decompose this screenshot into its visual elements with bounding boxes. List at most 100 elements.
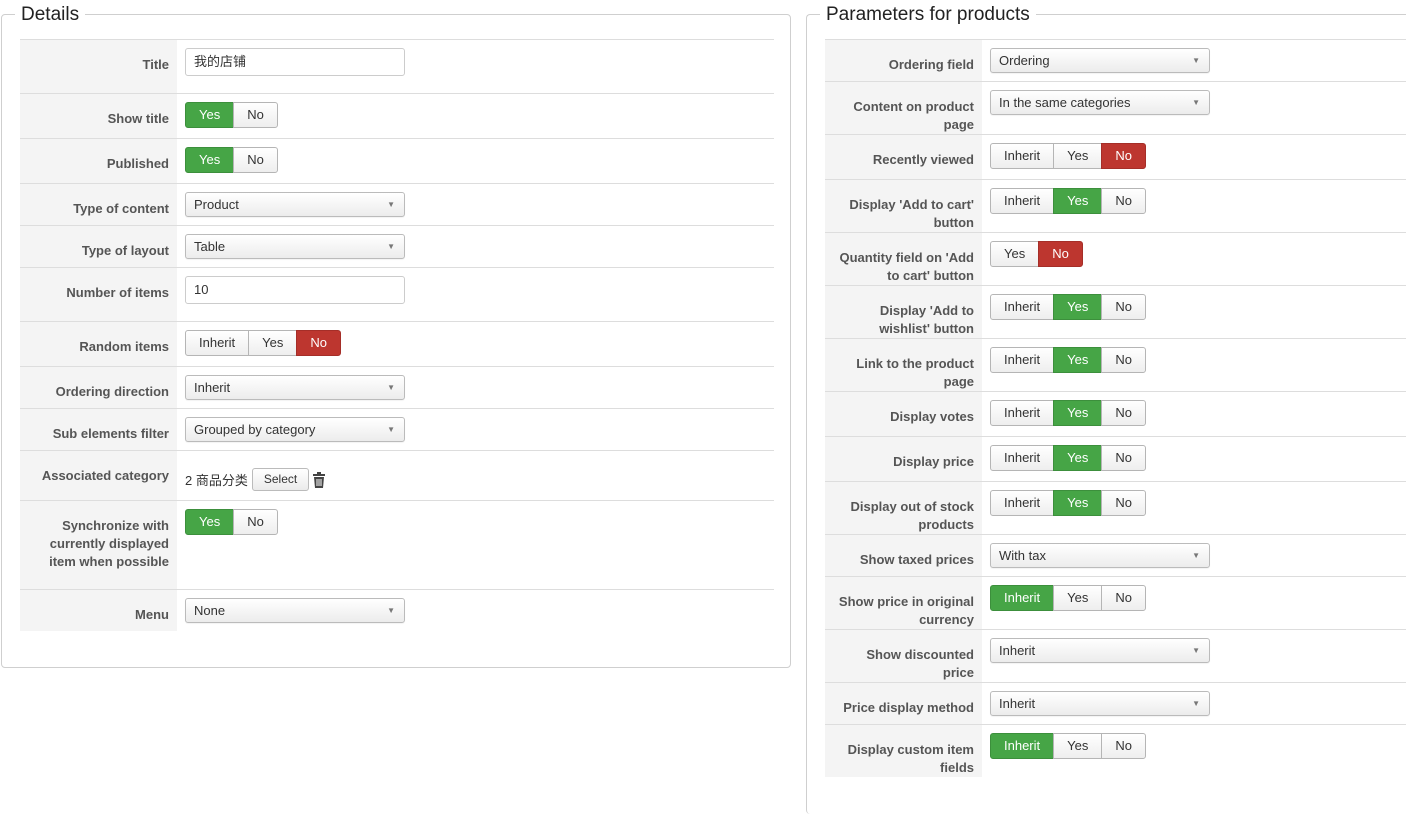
display-out-of-stock-no-button[interactable]: No (1101, 490, 1146, 516)
content-on-product-page-value: In the same categories (999, 95, 1131, 110)
label-type-of-layout: Type of layout (20, 226, 177, 267)
chevron-down-icon: ▼ (1192, 646, 1200, 655)
display-out-of-stock-yes-button[interactable]: Yes (1053, 490, 1103, 516)
synchronize-yes-button[interactable]: Yes (185, 509, 235, 535)
display-add-to-cart-inherit-button[interactable]: Inherit (990, 188, 1055, 214)
display-votes-inherit-button[interactable]: Inherit (990, 400, 1055, 426)
ordering-field-value: Ordering (999, 53, 1050, 68)
random-items-no-button[interactable]: No (296, 330, 341, 356)
row-display-out-of-stock: Display out of stock products Inherit Ye… (825, 481, 1406, 534)
associated-category-value: 2 商品分类 (185, 473, 248, 488)
row-display-custom-item-fields: Display custom item fields Inherit Yes N… (825, 724, 1406, 777)
display-custom-item-fields-inherit-button[interactable]: Inherit (990, 733, 1055, 759)
title-input[interactable]: 我的店铺 (185, 48, 405, 76)
random-items-inherit-button[interactable]: Inherit (185, 330, 250, 356)
row-display-votes: Display votes Inherit Yes No (825, 391, 1406, 436)
link-to-product-page-yes-button[interactable]: Yes (1053, 347, 1103, 373)
published-yes-button[interactable]: Yes (185, 147, 235, 173)
row-type-of-layout: Type of layout Table ▼ (20, 225, 774, 267)
type-of-layout-select[interactable]: Table ▼ (185, 234, 405, 259)
row-show-price-original-currency: Show price in original currency Inherit … (825, 576, 1406, 629)
row-ordering-direction: Ordering direction Inherit ▼ (20, 366, 774, 408)
price-display-method-select[interactable]: Inherit ▼ (990, 691, 1210, 716)
number-of-items-input[interactable]: 10 (185, 276, 405, 304)
sub-elements-filter-value: Grouped by category (194, 422, 316, 437)
show-title-no-button[interactable]: No (233, 102, 278, 128)
display-custom-item-fields-toggle: Inherit Yes No (990, 733, 1146, 759)
display-out-of-stock-toggle: Inherit Yes No (990, 490, 1146, 516)
label-title: Title (20, 40, 177, 93)
row-title: Title 我的店铺 (20, 39, 774, 93)
ordering-direction-value: Inherit (194, 380, 231, 395)
show-price-original-currency-yes-button[interactable]: Yes (1053, 585, 1103, 611)
row-ordering-field: Ordering field Ordering ▼ (825, 39, 1406, 81)
label-price-display-method: Price display method (825, 683, 982, 724)
row-quantity-field: Quantity field on 'Add to cart' button Y… (825, 232, 1406, 285)
display-price-no-button[interactable]: No (1101, 445, 1146, 471)
row-synchronize: Synchronize with currently displayed ite… (20, 500, 774, 589)
display-add-to-cart-no-button[interactable]: No (1101, 188, 1146, 214)
label-show-discounted-price: Show discounted price (825, 630, 982, 682)
content-on-product-page-select[interactable]: In the same categories ▼ (990, 90, 1210, 115)
row-display-price: Display price Inherit Yes No (825, 436, 1406, 481)
display-add-to-wishlist-inherit-button[interactable]: Inherit (990, 294, 1055, 320)
display-price-yes-button[interactable]: Yes (1053, 445, 1103, 471)
chevron-down-icon: ▼ (387, 242, 395, 251)
chevron-down-icon: ▼ (387, 383, 395, 392)
link-to-product-page-inherit-button[interactable]: Inherit (990, 347, 1055, 373)
label-ordering-direction: Ordering direction (20, 367, 177, 408)
recently-viewed-inherit-button[interactable]: Inherit (990, 143, 1055, 169)
row-show-discounted-price: Show discounted price Inherit ▼ (825, 629, 1406, 682)
show-title-toggle: Yes No (185, 102, 278, 128)
select-category-button[interactable]: Select (251, 468, 310, 491)
published-no-button[interactable]: No (233, 147, 278, 173)
show-discounted-price-select[interactable]: Inherit ▼ (990, 638, 1210, 663)
show-price-original-currency-inherit-button[interactable]: Inherit (990, 585, 1055, 611)
display-custom-item-fields-yes-button[interactable]: Yes (1053, 733, 1103, 759)
quantity-field-yes-button[interactable]: Yes (990, 241, 1040, 267)
row-random-items: Random items Inherit Yes No (20, 321, 774, 366)
label-ordering-field: Ordering field (825, 40, 982, 81)
show-title-yes-button[interactable]: Yes (185, 102, 235, 128)
show-discounted-price-value: Inherit (999, 643, 1036, 658)
row-associated-category: Associated category 2 商品分类 Select (20, 450, 774, 500)
show-taxed-prices-select[interactable]: With tax ▼ (990, 543, 1210, 568)
display-votes-yes-button[interactable]: Yes (1053, 400, 1103, 426)
link-to-product-page-no-button[interactable]: No (1101, 347, 1146, 373)
params-legend: Parameters for products (820, 4, 1036, 26)
label-link-to-product-page: Link to the product page (825, 339, 982, 391)
display-votes-no-button[interactable]: No (1101, 400, 1146, 426)
chevron-down-icon: ▼ (1192, 56, 1200, 65)
type-of-content-select[interactable]: Product ▼ (185, 192, 405, 217)
recently-viewed-toggle: Inherit Yes No (990, 143, 1146, 169)
display-add-to-cart-yes-button[interactable]: Yes (1053, 188, 1103, 214)
display-add-to-cart-toggle: Inherit Yes No (990, 188, 1146, 214)
label-published: Published (20, 139, 177, 183)
ordering-direction-select[interactable]: Inherit ▼ (185, 375, 405, 400)
recently-viewed-no-button[interactable]: No (1101, 143, 1146, 169)
label-show-title: Show title (20, 94, 177, 138)
show-taxed-prices-value: With tax (999, 548, 1046, 563)
show-price-original-currency-no-button[interactable]: No (1101, 585, 1146, 611)
display-custom-item-fields-no-button[interactable]: No (1101, 733, 1146, 759)
trash-icon[interactable] (312, 471, 326, 488)
link-to-product-page-toggle: Inherit Yes No (990, 347, 1146, 373)
details-panel: Details Title 我的店铺 Show title Yes No Pub… (1, 4, 791, 668)
quantity-field-no-button[interactable]: No (1038, 241, 1083, 267)
row-sub-elements-filter: Sub elements filter Grouped by category ▼ (20, 408, 774, 450)
chevron-down-icon: ▼ (1192, 551, 1200, 560)
recently-viewed-yes-button[interactable]: Yes (1053, 143, 1103, 169)
display-add-to-wishlist-no-button[interactable]: No (1101, 294, 1146, 320)
sub-elements-filter-select[interactable]: Grouped by category ▼ (185, 417, 405, 442)
display-add-to-wishlist-yes-button[interactable]: Yes (1053, 294, 1103, 320)
price-display-method-value: Inherit (999, 696, 1036, 711)
display-out-of-stock-inherit-button[interactable]: Inherit (990, 490, 1055, 516)
label-associated-category: Associated category (20, 451, 177, 500)
display-price-inherit-button[interactable]: Inherit (990, 445, 1055, 471)
type-of-content-value: Product (194, 197, 239, 212)
random-items-yes-button[interactable]: Yes (248, 330, 298, 356)
label-sub-elements-filter: Sub elements filter (20, 409, 177, 450)
ordering-field-select[interactable]: Ordering ▼ (990, 48, 1210, 73)
menu-select[interactable]: None ▼ (185, 598, 405, 623)
synchronize-no-button[interactable]: No (233, 509, 278, 535)
